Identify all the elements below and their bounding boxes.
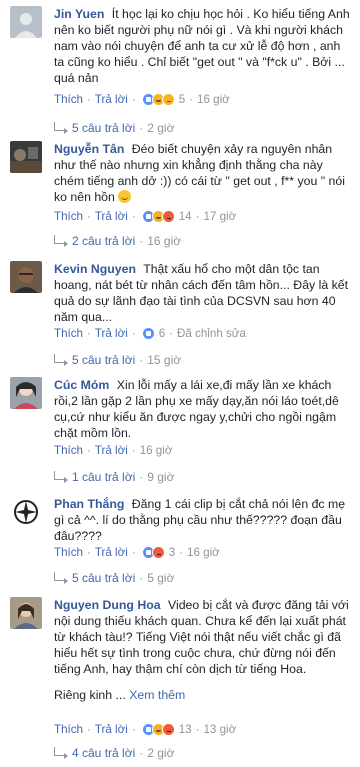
replies-time: 5 giờ (147, 571, 175, 585)
replies-link[interactable]: 5 câu trả lời · 15 giờ (54, 353, 181, 367)
replies-time: 2 giờ (147, 121, 175, 135)
reaction-count: 14 (178, 210, 192, 223)
reactions[interactable]: 3 (141, 546, 176, 559)
reply-arrow-icon (54, 746, 68, 759)
avatar[interactable] (10, 597, 42, 629)
avatar[interactable] (10, 377, 42, 409)
like-button[interactable]: Thích (54, 327, 83, 340)
comment-time[interactable]: 16 giờ (197, 93, 230, 106)
replies-link[interactable]: 5 câu trả lời · 5 giờ (54, 571, 174, 585)
replies-count[interactable]: 4 câu trả lời (72, 746, 135, 760)
reply-arrow-icon (54, 121, 68, 134)
comment-actions: Thích · Trả lời · 16 giờ (54, 444, 173, 457)
sad-reaction-icon (161, 93, 175, 106)
reply-button[interactable]: Trả lời (95, 546, 128, 559)
replies-link[interactable]: 1 câu trả lời · 9 giờ (54, 470, 174, 484)
like-button[interactable]: Thích (54, 93, 83, 106)
replies-time: 15 giờ (147, 353, 182, 367)
comment-author[interactable]: Jin Yuen (54, 7, 104, 21)
replies-link[interactable]: 4 câu trả lời · 2 giờ (54, 746, 174, 760)
avatar[interactable] (10, 6, 42, 38)
reply-button[interactable]: Trả lời (95, 93, 128, 106)
reply-arrow-icon (54, 571, 68, 584)
replies-time: 9 giờ (147, 470, 175, 484)
like-button[interactable]: Thích (54, 210, 83, 223)
reactions[interactable]: 5 (141, 93, 186, 106)
angry-reaction-icon (151, 546, 165, 559)
comment-actions: Thích · Trả lời · 6 · Đã chỉnh sửa (54, 327, 247, 340)
comment-text-continued: Riêng kinh ... (54, 688, 126, 702)
comment-actions: Thích · Trả lời · 3 · 16 giờ (54, 546, 220, 559)
reactions[interactable]: 6 (141, 327, 166, 340)
reply-button[interactable]: Trả lời (95, 210, 128, 223)
reaction-count: 3 (168, 546, 176, 559)
comment-author[interactable]: Nguyen Dung Hoa (54, 598, 161, 612)
comment-actions: Thích · Trả lời · 13 · 13 giờ (54, 723, 237, 736)
comment-time[interactable]: 16 giờ (140, 444, 173, 457)
edited-label[interactable]: Đã chỉnh sửa (177, 327, 246, 340)
comment-time[interactable]: 16 giờ (187, 546, 220, 559)
angry-reaction-icon (161, 723, 175, 736)
like-reaction-icon (141, 327, 155, 340)
avatar[interactable] (10, 261, 42, 293)
comment-author[interactable]: Nguyễn Tân (54, 142, 124, 156)
comment-author[interactable]: Cúc Móm (54, 378, 109, 392)
replies-count[interactable]: 2 câu trả lời (72, 234, 135, 248)
comment-time[interactable]: 13 giờ (203, 723, 236, 736)
reply-button[interactable]: Trả lời (95, 327, 128, 340)
comment-time[interactable]: 17 giờ (203, 210, 236, 223)
smile-emoji-icon (118, 190, 132, 203)
replies-link[interactable]: 2 câu trả lời · 16 giờ (54, 234, 181, 248)
reaction-count: 6 (158, 327, 166, 340)
like-button[interactable]: Thích (54, 444, 83, 457)
reply-arrow-icon (54, 234, 68, 247)
replies-time: 2 giờ (147, 746, 175, 760)
replies-count[interactable]: 5 câu trả lời (72, 121, 135, 135)
reactions[interactable]: 13 (141, 723, 192, 736)
reply-arrow-icon (54, 353, 68, 366)
comments-list: Jin Yuen Ít học lại ko chịu học hỏi . Ko… (0, 0, 360, 767)
replies-link[interactable]: 5 câu trả lời · 2 giờ (54, 121, 174, 135)
avatar[interactable] (10, 141, 42, 173)
replies-time: 16 giờ (147, 234, 182, 248)
like-button[interactable]: Thích (54, 546, 83, 559)
comment-actions: Thích · Trả lời · 14 · 17 giờ (54, 210, 237, 223)
reply-button[interactable]: Trả lời (95, 444, 128, 457)
replies-count[interactable]: 5 câu trả lời (72, 571, 135, 585)
comment-author[interactable]: Phan Thắng (54, 497, 124, 511)
reply-button[interactable]: Trả lời (95, 723, 128, 736)
comment-author[interactable]: Kevin Nguyen (54, 262, 136, 276)
angry-reaction-icon (161, 210, 175, 223)
reaction-count: 13 (178, 723, 192, 736)
comment-actions: Thích · Trả lời · 5 · 16 giờ (54, 93, 230, 106)
reaction-count: 5 (178, 93, 186, 106)
see-more-link[interactable]: Xem thêm (129, 688, 185, 702)
reactions[interactable]: 14 (141, 210, 192, 223)
replies-count[interactable]: 1 câu trả lời (72, 470, 135, 484)
like-button[interactable]: Thích (54, 723, 83, 736)
reply-arrow-icon (54, 470, 68, 483)
avatar[interactable] (10, 496, 42, 528)
replies-count[interactable]: 5 câu trả lời (72, 353, 135, 367)
